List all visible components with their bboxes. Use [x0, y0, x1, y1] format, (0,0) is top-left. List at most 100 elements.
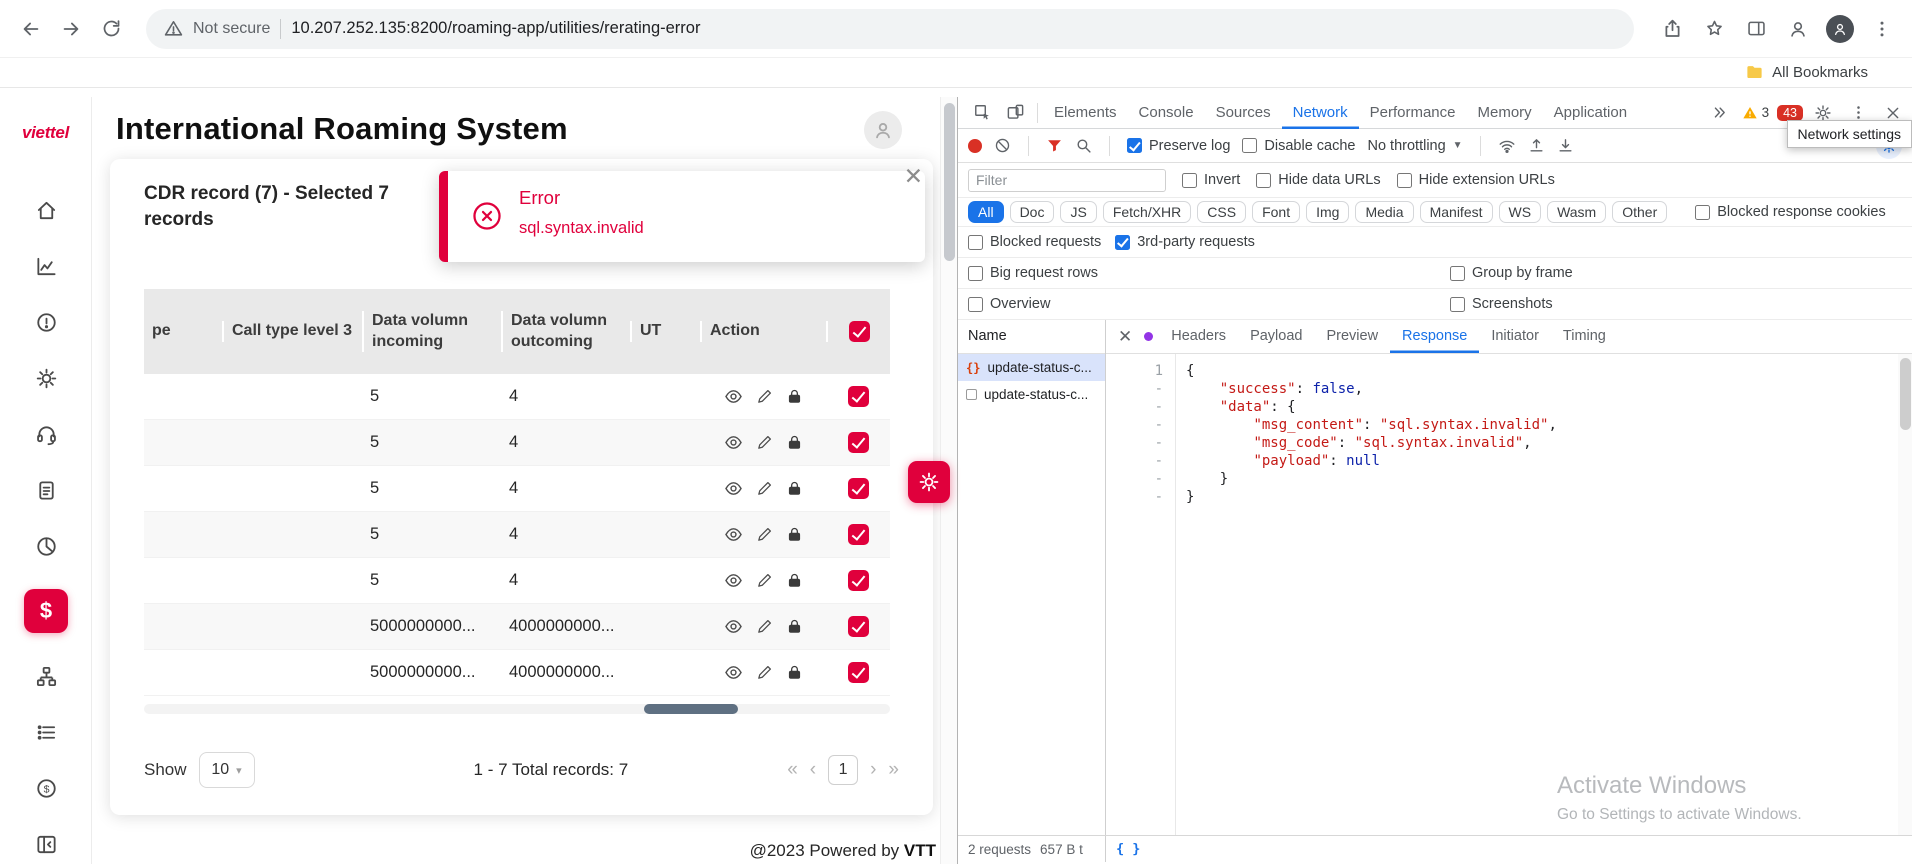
horizontal-scrollbar-thumb[interactable]	[644, 704, 738, 714]
search-icon[interactable]	[1075, 137, 1092, 154]
detail-tab-payload[interactable]: Payload	[1238, 320, 1314, 353]
row-checkbox[interactable]	[848, 524, 869, 545]
view-icon[interactable]	[724, 617, 743, 636]
filter-pill-doc[interactable]: Doc	[1010, 201, 1055, 223]
request-row[interactable]: update-status-c...	[958, 381, 1105, 408]
prev-page-icon[interactable]: ‹	[810, 759, 816, 781]
more-tabs-icon[interactable]	[1705, 105, 1734, 120]
response-scrollbar-thumb[interactable]	[1900, 358, 1911, 430]
close-icon[interactable]: ✕	[904, 163, 923, 190]
sidebar-item-documents[interactable]	[33, 477, 59, 503]
view-icon[interactable]	[724, 663, 743, 682]
filter-funnel-icon[interactable]	[1046, 137, 1063, 154]
share-icon[interactable]	[1656, 18, 1688, 39]
tab-sources[interactable]: Sources	[1205, 97, 1282, 129]
row-checkbox[interactable]	[848, 386, 869, 407]
edit-icon[interactable]	[756, 388, 773, 405]
disable-cache-checkbox[interactable]: Disable cache	[1242, 138, 1355, 154]
device-toolbar-icon[interactable]	[999, 103, 1032, 122]
import-har-icon[interactable]	[1528, 137, 1545, 154]
row-checkbox[interactable]	[848, 616, 869, 637]
lock-icon[interactable]	[786, 526, 803, 543]
floating-settings-button[interactable]	[908, 461, 950, 503]
pretty-print-icon[interactable]: { }	[1116, 841, 1140, 857]
tab-network[interactable]: Network	[1282, 97, 1359, 129]
view-icon[interactable]	[724, 433, 743, 452]
back-icon[interactable]	[14, 12, 48, 46]
filter-pill-manifest[interactable]: Manifest	[1420, 201, 1493, 223]
console-warnings-badge[interactable]: 3	[1738, 105, 1774, 121]
tab-memory[interactable]: Memory	[1467, 97, 1543, 129]
close-detail-icon[interactable]: ✕	[1106, 327, 1144, 347]
inspect-element-icon[interactable]	[966, 103, 999, 122]
filter-pill-ws[interactable]: WS	[1499, 201, 1542, 223]
next-page-icon[interactable]: ›	[870, 759, 876, 781]
lock-icon[interactable]	[786, 480, 803, 497]
filter-input[interactable]	[968, 169, 1166, 192]
row-checkbox[interactable]	[848, 662, 869, 683]
sidebar-item-collapse[interactable]	[33, 831, 59, 857]
first-page-icon[interactable]: «	[787, 759, 798, 781]
menu-kebab-icon[interactable]	[1866, 19, 1898, 39]
request-row[interactable]: {}update-status-c...	[958, 354, 1105, 381]
sidebar-item-reports[interactable]	[33, 253, 59, 279]
edit-icon[interactable]	[756, 572, 773, 589]
blocked-requests-checkbox[interactable]: Blocked requests	[968, 234, 1101, 250]
filter-pill-font[interactable]: Font	[1252, 201, 1300, 223]
filter-pill-css[interactable]: CSS	[1197, 201, 1246, 223]
issues-badge[interactable]: 43	[1777, 105, 1803, 121]
record-button[interactable]	[968, 139, 982, 153]
filter-pill-all[interactable]: All	[968, 201, 1004, 223]
sidebar-item-alerts[interactable]	[33, 309, 59, 335]
sidebar-item-network[interactable]	[33, 663, 59, 689]
overview-checkbox[interactable]: Overview	[968, 296, 1050, 312]
lock-icon[interactable]	[786, 434, 803, 451]
sidebar-item-statistics[interactable]	[33, 533, 59, 559]
tab-performance[interactable]: Performance	[1359, 97, 1467, 129]
detail-tab-preview[interactable]: Preview	[1314, 320, 1390, 353]
filter-pill-js[interactable]: JS	[1060, 201, 1096, 223]
blocked-response-cookies-checkbox[interactable]: Blocked response cookies	[1695, 204, 1885, 220]
filter-pill-media[interactable]: Media	[1355, 201, 1413, 223]
reload-icon[interactable]	[94, 12, 128, 46]
filter-pill-fetch-xhr[interactable]: Fetch/XHR	[1103, 201, 1191, 223]
detail-tab-initiator[interactable]: Initiator	[1479, 320, 1551, 353]
select-all-checkbox[interactable]	[849, 321, 870, 342]
filter-pill-wasm[interactable]: Wasm	[1547, 201, 1606, 223]
edit-icon[interactable]	[756, 526, 773, 543]
page-scrollbar-thumb[interactable]	[944, 103, 955, 261]
tab-application[interactable]: Application	[1543, 97, 1638, 129]
edit-icon[interactable]	[756, 618, 773, 635]
detail-tab-timing[interactable]: Timing	[1551, 320, 1618, 353]
tab-elements[interactable]: Elements	[1043, 97, 1128, 129]
network-conditions-icon[interactable]	[1498, 137, 1516, 155]
edit-icon[interactable]	[756, 664, 773, 681]
lock-icon[interactable]	[786, 388, 803, 405]
lock-icon[interactable]	[786, 618, 803, 635]
user-avatar[interactable]	[864, 111, 902, 149]
sidebar-item-settings[interactable]	[33, 365, 59, 391]
row-checkbox[interactable]	[848, 570, 869, 591]
address-bar[interactable]: Not secure 10.207.252.135:8200/roaming-a…	[146, 9, 1634, 49]
third-party-requests-checkbox[interactable]: 3rd-party requests	[1115, 234, 1255, 250]
last-page-icon[interactable]: »	[888, 759, 899, 781]
group-by-frame-checkbox[interactable]: Group by frame	[1450, 265, 1573, 281]
lock-icon[interactable]	[786, 572, 803, 589]
view-icon[interactable]	[724, 387, 743, 406]
forward-icon[interactable]	[54, 12, 88, 46]
sidebar-item-support[interactable]	[33, 421, 59, 447]
clear-icon[interactable]	[994, 137, 1011, 154]
row-checkbox[interactable]	[848, 432, 869, 453]
page-size-select[interactable]: 10 ▾	[199, 752, 255, 788]
profile-icon[interactable]	[1782, 18, 1814, 40]
devtools-menu-kebab-icon[interactable]	[1843, 104, 1874, 121]
view-icon[interactable]	[724, 479, 743, 498]
screenshots-checkbox[interactable]: Screenshots	[1450, 296, 1553, 312]
lock-icon[interactable]	[786, 664, 803, 681]
filter-pill-img[interactable]: Img	[1306, 201, 1349, 223]
devtools-settings-gear-icon[interactable]	[1807, 104, 1839, 122]
sidebar-item-list[interactable]	[33, 719, 59, 745]
all-bookmarks-label[interactable]: All Bookmarks	[1772, 64, 1868, 81]
view-icon[interactable]	[724, 571, 743, 590]
preserve-log-checkbox[interactable]: Preserve log	[1127, 138, 1230, 154]
